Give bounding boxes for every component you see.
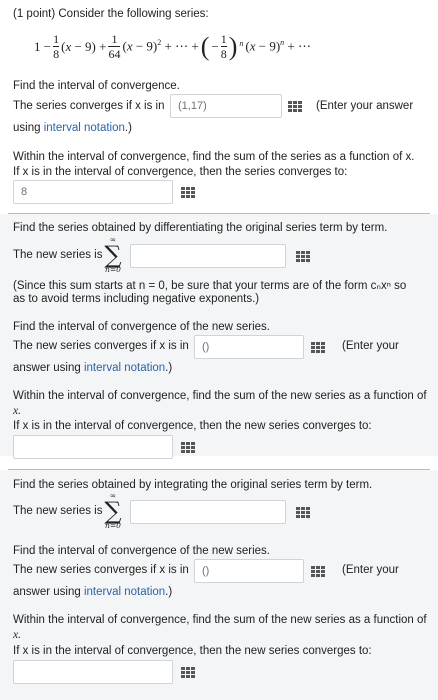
form-note-line1: (Since this sum starts at n = 0, be sure… <box>13 280 407 292</box>
interval-notation-link[interactable]: interval notation <box>84 362 165 374</box>
matrix-grid-icon[interactable] <box>175 662 201 682</box>
new-sum-prompt: If x is in the interval of convergence, … <box>13 420 372 432</box>
enter-answer-note: (Enter your <box>342 564 399 576</box>
interval-input[interactable]: (1,17) <box>170 94 282 118</box>
new-sum-variable: x. <box>13 405 21 417</box>
differentiate-heading: Find the series obtained by differentiat… <box>13 222 388 234</box>
converges-prefix-text: The series converges if x is in <box>13 100 165 112</box>
integrated-sum-variable: x. <box>13 629 21 641</box>
matrix-grid-icon[interactable] <box>175 182 201 202</box>
sigma-lower: n=0 <box>105 265 121 274</box>
new-series-label: The new series is <box>13 505 103 517</box>
integrated-interval-input[interactable]: () <box>194 559 304 583</box>
answer-using-text: answer using <box>13 586 81 598</box>
matrix-grid-icon[interactable] <box>290 502 316 522</box>
new-interval-input[interactable]: () <box>194 335 304 359</box>
matrix-grid-icon[interactable] <box>282 96 308 116</box>
suffix-text: .) <box>124 122 132 134</box>
matrix-grid-icon[interactable] <box>290 246 316 266</box>
answer-using-note: answer using interval notation.) <box>13 362 172 374</box>
new-sum-instruction: Within the interval of convergence, find… <box>13 390 427 402</box>
new-converges-prefix: The new series converges if x is in <box>13 340 189 352</box>
integrated-series-input[interactable] <box>130 500 286 524</box>
sigma-lower: n=0 <box>105 521 121 530</box>
matrix-grid-icon[interactable] <box>305 337 331 357</box>
suffix-text: .) <box>165 362 173 374</box>
interval-notation-link[interactable]: interval notation <box>44 122 125 134</box>
integrate-heading: Find the series obtained by integrating … <box>13 479 373 491</box>
integrated-sum-prompt: If x is in the interval of convergence, … <box>13 645 372 657</box>
answer-using-note: answer using interval notation.) <box>13 586 172 598</box>
integrated-sum-input[interactable] <box>13 660 173 684</box>
new-sum-input[interactable] <box>13 435 173 459</box>
converges-prefix: The series converges if x is in <box>13 100 164 112</box>
using-text: using <box>13 122 41 134</box>
new-series-input[interactable] <box>130 244 286 268</box>
sum-prompt: If x is in the interval of convergence, … <box>13 166 348 178</box>
matrix-grid-icon[interactable] <box>175 437 201 457</box>
new-series-label: The new series is <box>13 249 103 261</box>
answer-using-text: answer using <box>13 362 81 374</box>
series-formula: 1 − 18 (x − 9) + 1 64 (x − 9)2 + ⋯ + ( − … <box>34 31 312 61</box>
sum-instruction: Within the interval of convergence, find… <box>13 151 415 163</box>
sigma-sum: ∞ ∑ n=0 <box>102 236 124 274</box>
suffix-text: .) <box>165 586 173 598</box>
sigma-sum: ∞ ∑ n=0 <box>102 492 124 530</box>
interval-notation-link[interactable]: interval notation <box>84 586 165 598</box>
integrated-converges-prefix: The new series converges if x is in <box>13 564 189 576</box>
problem-header: (1 point) Consider the following series: <box>13 8 209 20</box>
new-interval-heading: Find the interval of convergence of the … <box>13 321 270 333</box>
integrated-sum-instruction: Within the interval of convergence, find… <box>13 614 427 626</box>
sum-input[interactable]: 8 <box>13 180 173 204</box>
form-note-line2: as to avoid terms including negative exp… <box>13 293 260 305</box>
matrix-grid-icon[interactable] <box>305 561 331 581</box>
using-note: using interval notation.) <box>13 122 132 134</box>
enter-answer-note: (Enter your <box>342 340 399 352</box>
enter-answer-note: (Enter your answer <box>316 100 414 112</box>
interval-heading: Find the interval of convergence. <box>13 80 180 92</box>
integrated-interval-heading: Find the interval of convergence of the … <box>13 545 270 557</box>
